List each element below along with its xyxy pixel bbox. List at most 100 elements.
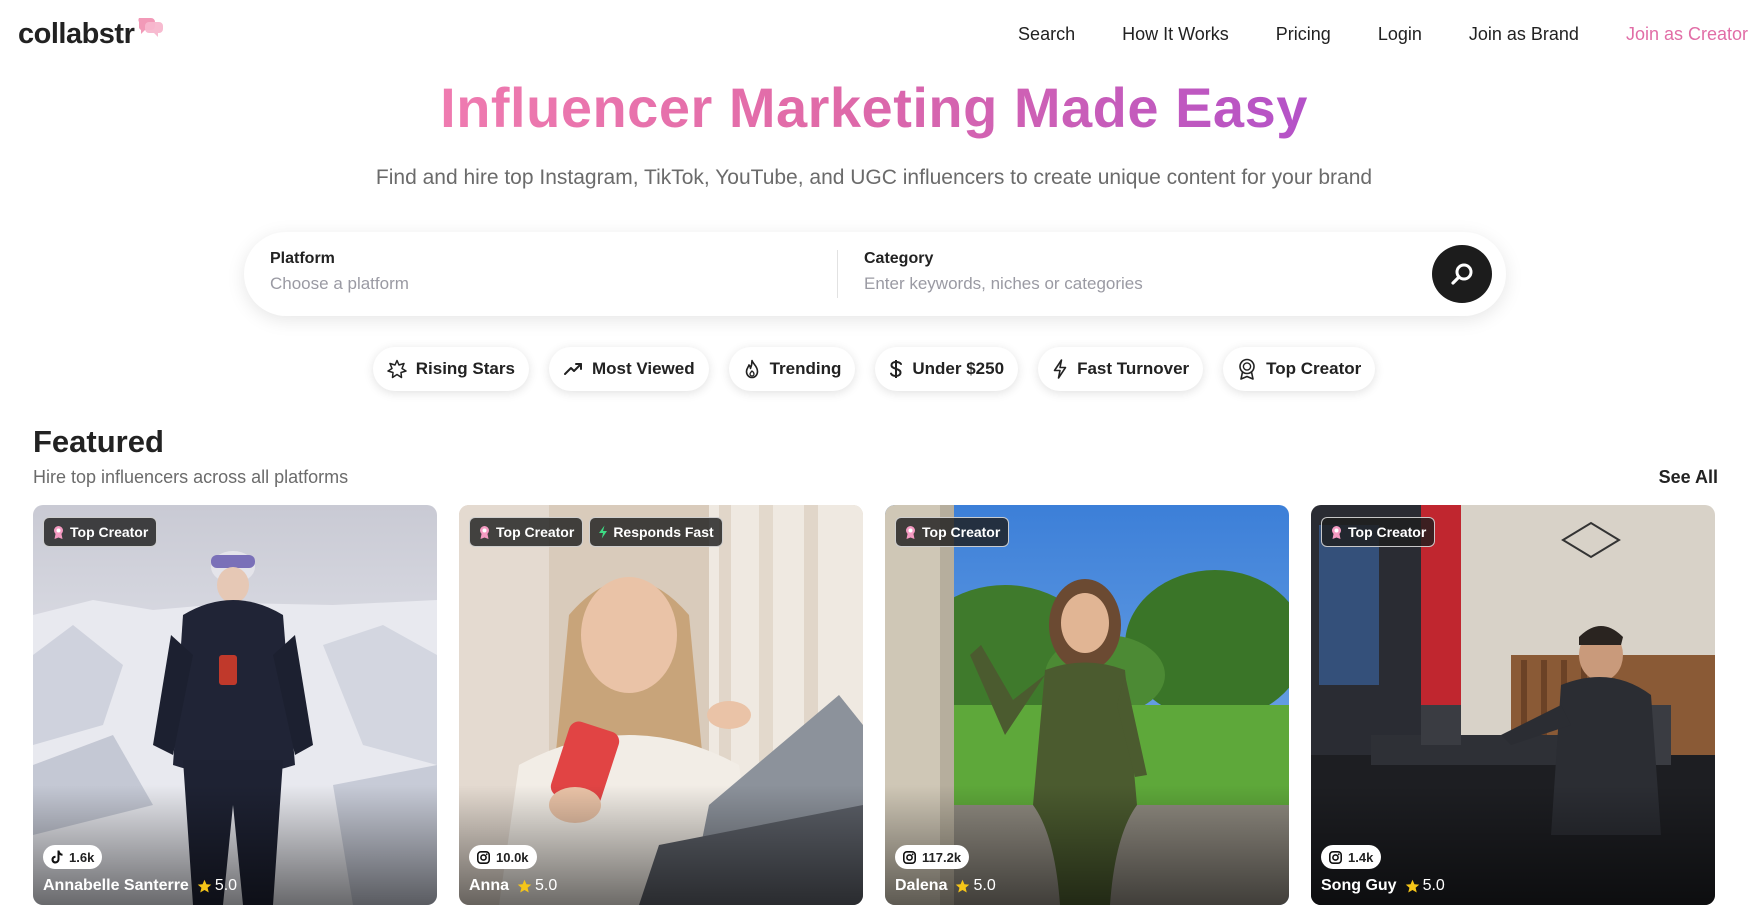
flame-icon bbox=[745, 359, 758, 379]
chip-label: Rising Stars bbox=[415, 359, 515, 378]
instagram-icon bbox=[477, 850, 490, 864]
hero-title-text: Influencer Marketing Made Easy bbox=[440, 76, 1308, 139]
top-creator-badge: Top Creator bbox=[43, 517, 158, 547]
rating-value: 5.0 bbox=[1422, 877, 1445, 894]
top-creator-badge: Top Creator bbox=[469, 517, 584, 547]
lightning-icon bbox=[1053, 359, 1067, 379]
chip-trending[interactable]: Trending bbox=[728, 347, 856, 391]
creator-name: Dalena bbox=[895, 877, 948, 894]
creator-meta: Annabelle Santerre 5.0 bbox=[43, 877, 237, 895]
follower-count: 1.6k bbox=[43, 845, 103, 869]
follower-count: 117.2k bbox=[895, 845, 970, 869]
follower-value: 1.6k bbox=[69, 849, 95, 865]
rating-value: 5.0 bbox=[535, 877, 558, 894]
creator-meta: Dalena 5.0 bbox=[895, 877, 996, 895]
rating-value: 5.0 bbox=[973, 877, 996, 894]
platform-label: Platform bbox=[270, 250, 335, 267]
category-placeholder: Enter keywords, niches or categories bbox=[864, 274, 1143, 293]
instagram-icon bbox=[1329, 850, 1342, 864]
rating-value: 5.0 bbox=[214, 877, 238, 894]
creator-name: Annabelle Santerre bbox=[43, 877, 189, 894]
search-bar: Platform Choose a platform Category Ente… bbox=[244, 232, 1506, 316]
see-all-link[interactable]: See All bbox=[1659, 467, 1718, 488]
follower-value: 117.2k bbox=[922, 849, 962, 865]
award-icon bbox=[906, 525, 915, 539]
chip-label: Trending bbox=[769, 359, 842, 378]
creator-rating: 5.0 bbox=[517, 877, 557, 895]
sparkle-icon bbox=[387, 359, 407, 379]
award-icon bbox=[1239, 358, 1255, 380]
badge-label: Responds Fast bbox=[613, 524, 714, 540]
creator-card[interactable]: Top Creator 117.2k Dalena 5.0 bbox=[885, 505, 1289, 905]
hero-subtitle: Find and hire top Instagram, TikTok, You… bbox=[375, 166, 1373, 189]
follower-value: 10.0k bbox=[496, 849, 529, 865]
creator-card[interactable]: Top Creator 1.4k Song Guy 5.0 bbox=[1311, 505, 1715, 905]
badge-label: Top Creator bbox=[1348, 524, 1427, 540]
nav-join-as-creator[interactable]: Join as Creator bbox=[1626, 24, 1748, 45]
star-icon bbox=[956, 879, 970, 892]
creator-name: Anna bbox=[469, 877, 509, 894]
responds-fast-badge: Responds Fast bbox=[589, 517, 723, 547]
featured-cards: Top Creator 1.6k Annabelle Santerre 5.0 bbox=[33, 505, 1718, 905]
creator-card[interactable]: Top Creator Responds Fast 10.0k Anna 5.0 bbox=[459, 505, 863, 905]
chip-under-250[interactable]: Under $250 bbox=[875, 347, 1019, 391]
search-icon bbox=[1451, 263, 1473, 285]
creator-card[interactable]: Top Creator 1.6k Annabelle Santerre 5.0 bbox=[33, 505, 437, 905]
nav-pricing[interactable]: Pricing bbox=[1276, 24, 1331, 45]
chat-bubbles-icon bbox=[135, 14, 165, 38]
search-button[interactable] bbox=[1432, 245, 1492, 303]
top-creator-badge: Top Creator bbox=[895, 517, 1010, 547]
creator-name: Song Guy bbox=[1321, 877, 1397, 894]
logo[interactable]: collabstr bbox=[18, 18, 165, 51]
featured-title: Featured bbox=[33, 424, 164, 459]
creator-meta: Anna 5.0 bbox=[469, 877, 557, 895]
platform-field[interactable]: Platform Choose a platform bbox=[270, 250, 810, 294]
top-nav: Search How It Works Pricing Login Join a… bbox=[1018, 24, 1748, 45]
chip-rising-stars[interactable]: Rising Stars bbox=[372, 347, 529, 391]
category-field[interactable]: Category Enter keywords, niches or categ… bbox=[864, 250, 1384, 294]
creator-rating: 5.0 bbox=[955, 877, 996, 895]
star-icon bbox=[517, 879, 532, 892]
badge-row: Top Creator bbox=[1321, 517, 1436, 547]
nav-join-as-brand[interactable]: Join as Brand bbox=[1469, 24, 1579, 45]
award-icon bbox=[1332, 525, 1341, 539]
badge-row: Top Creator bbox=[895, 517, 1010, 547]
star-icon bbox=[197, 879, 212, 892]
creator-rating: 5.0 bbox=[197, 877, 237, 895]
platform-placeholder: Choose a platform bbox=[270, 274, 409, 293]
award-icon bbox=[480, 525, 489, 539]
creator-meta: Song Guy 5.0 bbox=[1321, 877, 1445, 895]
badge-row: Top Creator Responds Fast bbox=[469, 517, 723, 547]
nav-login[interactable]: Login bbox=[1378, 24, 1422, 45]
instagram-icon bbox=[903, 850, 916, 864]
chip-most-viewed[interactable]: Most Viewed bbox=[548, 347, 709, 391]
follower-value: 1.4k bbox=[1348, 849, 1374, 865]
chip-top-creator[interactable]: Top Creator bbox=[1223, 347, 1376, 391]
top-creator-badge: Top Creator bbox=[1321, 517, 1436, 547]
search-divider bbox=[837, 250, 838, 298]
featured-subtitle: Hire top influencers across all platform… bbox=[33, 467, 349, 487]
award-icon bbox=[54, 525, 63, 539]
chip-label: Fast Turnover bbox=[1077, 359, 1190, 378]
star-icon bbox=[1405, 879, 1419, 892]
badge-label: Top Creator bbox=[922, 524, 1001, 540]
follower-count: 1.4k bbox=[1321, 845, 1382, 869]
site-header: collabstr Search How It Works Pricing Lo… bbox=[0, 0, 1748, 74]
lightning-icon bbox=[599, 525, 608, 539]
logo-text: collabstr bbox=[18, 18, 135, 50]
chip-label: Most Viewed bbox=[591, 359, 695, 378]
chip-label: Top Creator bbox=[1266, 359, 1362, 378]
badge-label: Top Creator bbox=[70, 524, 149, 540]
nav-how-it-works[interactable]: How It Works bbox=[1122, 24, 1229, 45]
nav-search[interactable]: Search bbox=[1018, 24, 1075, 45]
dollar-icon bbox=[890, 360, 903, 378]
filter-chips: Rising Stars Most Viewed Trending Under … bbox=[0, 347, 1748, 391]
chip-fast-turnover[interactable]: Fast Turnover bbox=[1038, 347, 1204, 391]
badge-label: Top Creator bbox=[496, 524, 575, 540]
follower-count: 10.0k bbox=[469, 845, 537, 869]
badge-row: Top Creator bbox=[43, 517, 158, 547]
chip-label: Under $250 bbox=[912, 359, 1005, 378]
tiktok-icon bbox=[51, 850, 63, 864]
trending-up-icon bbox=[563, 363, 582, 375]
hero-title: Influencer Marketing Made Easy bbox=[0, 75, 1748, 140]
